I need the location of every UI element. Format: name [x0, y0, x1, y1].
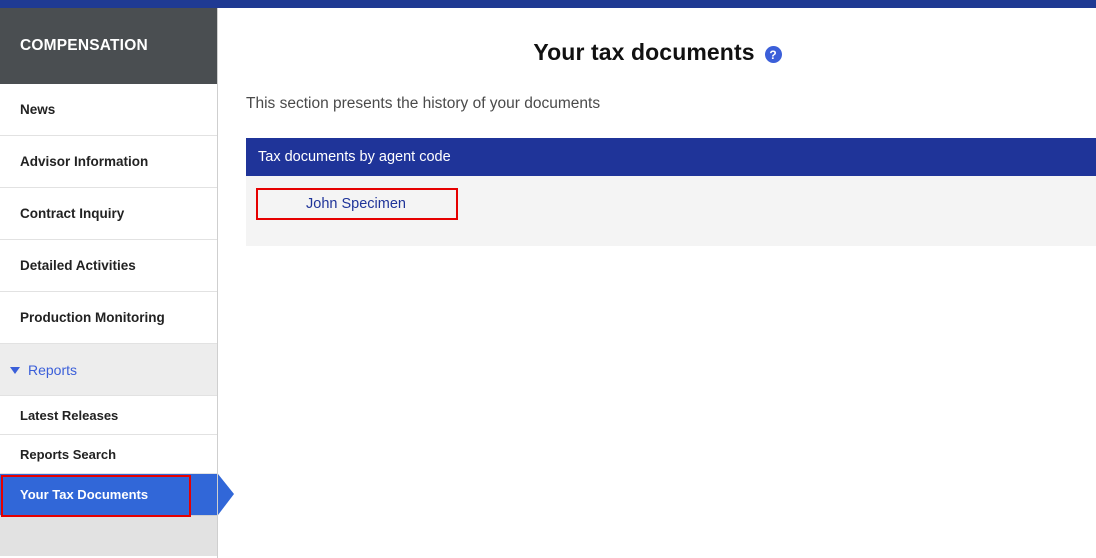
sidebar-item-label: News	[20, 102, 56, 117]
active-pointer-arrow-icon	[218, 474, 234, 515]
sidebar-header: COMPENSATION	[0, 8, 217, 84]
sidebar-item-label: Your Tax Documents	[20, 487, 149, 502]
main-content: Your tax documents ? This section presen…	[219, 8, 1096, 558]
sidebar-header-title: COMPENSATION	[20, 37, 148, 54]
tax-documents-panel: Tax documents by agent code John Specime…	[246, 138, 1096, 246]
panel-body: John Specimen	[246, 176, 1096, 246]
sidebar-item-your-tax-documents[interactable]: Your Tax Documents	[0, 474, 234, 517]
panel-header: Tax documents by agent code	[246, 138, 1096, 176]
top-accent-bar	[0, 0, 1096, 8]
sidebar-item-latest-releases[interactable]: Latest Releases	[0, 396, 217, 435]
agent-code-link[interactable]: John Specimen	[306, 196, 406, 212]
page-title-row: Your tax documents ?	[219, 39, 1096, 66]
chevron-down-icon	[10, 367, 20, 374]
sidebar-item-production-monitoring[interactable]: Production Monitoring	[0, 292, 217, 344]
sidebar-nav-list: News Advisor Information Contract Inquir…	[0, 84, 234, 517]
intro-text: This section presents the history of you…	[246, 95, 601, 112]
sidebar-item-advisor-information[interactable]: Advisor Information	[0, 136, 217, 188]
sidebar-item-detailed-activities[interactable]: Detailed Activities	[0, 240, 217, 292]
sidebar-item-label: Advisor Information	[20, 154, 149, 169]
help-circle-icon[interactable]: ?	[764, 46, 782, 63]
page-root: COMPENSATION News Advisor Information Co…	[0, 0, 1096, 558]
sidebar-bottom-filler	[0, 515, 217, 556]
sidebar-item-news[interactable]: News	[0, 84, 217, 136]
sidebar: COMPENSATION News Advisor Information Co…	[0, 8, 234, 558]
agent-link-highlight: John Specimen	[256, 188, 458, 220]
sidebar-item-label: Contract Inquiry	[20, 206, 125, 221]
sidebar-item-reports-search[interactable]: Reports Search	[0, 435, 217, 474]
sidebar-item-label: Production Monitoring	[20, 310, 165, 325]
sidebar-item-label: Latest Releases	[20, 407, 119, 423]
page-title: Your tax documents	[533, 39, 755, 65]
sidebar-section-label: Reports	[28, 361, 78, 378]
sidebar-item-contract-inquiry[interactable]: Contract Inquiry	[0, 188, 217, 240]
sidebar-section-reports[interactable]: Reports	[0, 344, 217, 396]
sidebar-item-label: Detailed Activities	[20, 258, 136, 273]
sidebar-item-label: Reports Search	[20, 446, 117, 462]
